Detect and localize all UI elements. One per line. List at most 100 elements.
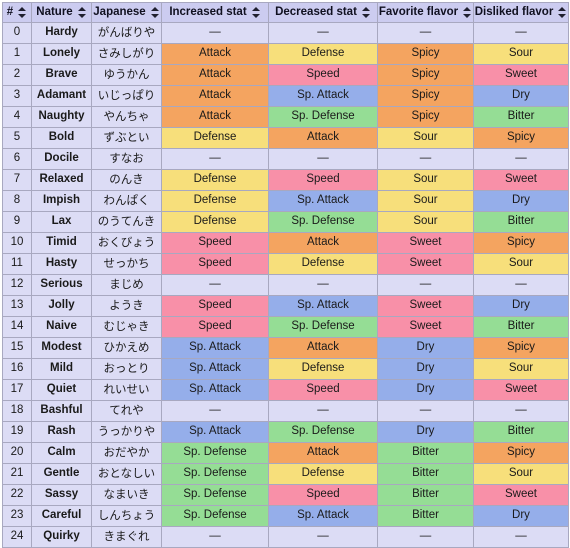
cell-increased-stat: Sp. Defense [161,484,269,506]
sort-updown-icon[interactable] [251,7,261,18]
cell-favorite-flavor: — [377,148,474,170]
cell-disliked-flavor: Bitter [473,211,569,233]
cell-japanese-name: おとなしい [91,463,162,485]
cell-favorite-flavor: — [377,22,474,44]
cell-nature-name: Calm [31,442,92,464]
cell-favorite-flavor: — [377,274,474,296]
cell-japanese-name: きまぐれ [91,526,162,548]
table-row: 10 Timid おくびょう Speed Attack Sweet Spicy [2,232,569,254]
column-header-nat[interactable]: Nature [31,2,92,23]
sort-updown-icon[interactable] [77,7,87,18]
column-header-label: Disliked flavor [474,5,554,18]
cell-nature-name: Quiet [31,379,92,401]
cell-disliked-flavor: Sweet [473,169,569,191]
cell-index: 15 [2,337,32,359]
cell-japanese-name: なまいき [91,484,162,506]
cell-increased-stat: Speed [161,316,269,338]
cell-favorite-flavor: Sweet [377,295,474,317]
cell-decreased-stat: Sp. Defense [268,106,378,128]
table-row: 9 Lax のうてんき Defense Sp. Defense Sour Bitter [2,211,569,233]
cell-disliked-flavor: Dry [473,85,569,107]
cell-decreased-stat: Attack [268,232,378,254]
cell-index: 4 [2,106,32,128]
cell-nature-name: Modest [31,337,92,359]
table-row: 16 Mild おっとり Sp. Attack Defense Dry Sour [2,358,569,380]
cell-favorite-flavor: Sweet [377,232,474,254]
cell-favorite-flavor: Spicy [377,64,474,86]
column-header-dis[interactable]: Disliked flavor [473,2,569,23]
cell-favorite-flavor: Bitter [377,505,474,527]
cell-index: 17 [2,379,32,401]
cell-increased-stat: Defense [161,190,269,212]
cell-decreased-stat: Attack [268,127,378,149]
cell-decreased-stat: Attack [268,442,378,464]
cell-favorite-flavor: Dry [377,379,474,401]
cell-disliked-flavor: Sour [473,463,569,485]
table-row: 11 Hasty せっかち Speed Defense Sweet Sour [2,253,569,275]
column-header-dec[interactable]: Decreased stat [268,2,378,23]
column-header-inner: Favorite flavor [379,6,472,19]
sort-updown-icon[interactable] [18,7,27,18]
sort-updown-icon[interactable] [463,7,472,18]
cell-disliked-flavor: Bitter [473,106,569,128]
table-row: 2 Brave ゆうかん Attack Speed Spicy Sweet [2,64,569,86]
cell-disliked-flavor: Bitter [473,316,569,338]
cell-increased-stat: Attack [161,43,269,65]
sort-updown-icon[interactable] [361,7,371,18]
cell-decreased-stat: Sp. Defense [268,316,378,338]
cell-increased-stat: Sp. Attack [161,421,269,443]
cell-index: 19 [2,421,32,443]
cell-index: 13 [2,295,32,317]
sort-updown-icon[interactable] [150,7,160,18]
cell-increased-stat: Sp. Attack [161,379,269,401]
cell-increased-stat: Speed [161,253,269,275]
table-row: 21 Gentle おとなしい Sp. Defense Defense Bitter Sou… [2,463,569,485]
cell-index: 7 [2,169,32,191]
column-header-inner: Disliked flavor [474,5,567,19]
cell-decreased-stat: Sp. Defense [268,421,378,443]
cell-decreased-stat: Defense [268,358,378,380]
cell-favorite-flavor: Spicy [377,106,474,128]
column-header-num[interactable]: # [2,2,32,23]
cell-increased-stat: — [161,148,269,170]
cell-index: 22 [2,484,32,506]
cell-decreased-stat: — [268,526,378,548]
cell-nature-name: Sassy [31,484,92,506]
column-header-inc[interactable]: Increased stat [161,2,269,23]
cell-nature-name: Impish [31,190,92,212]
cell-increased-stat: Sp. Defense [161,442,269,464]
cell-nature-name: Serious [31,274,92,296]
cell-nature-name: Timid [31,232,92,254]
cell-increased-stat: Attack [161,85,269,107]
cell-japanese-name: ゆうかん [91,64,162,86]
cell-increased-stat: — [161,274,269,296]
table-row: 24 Quirky きまぐれ — — — — [2,526,569,548]
column-header-jp[interactable]: Japanese [91,2,162,23]
cell-index: 10 [2,232,32,254]
cell-decreased-stat: Defense [268,463,378,485]
sort-updown-icon[interactable] [558,7,567,18]
cell-japanese-name: てれや [91,400,162,422]
cell-japanese-name: ずぶとい [91,127,162,149]
cell-favorite-flavor: Sour [377,169,474,191]
cell-increased-stat: Defense [161,211,269,233]
cell-japanese-name: おっとり [91,358,162,380]
column-header-inner: # [7,6,27,19]
cell-increased-stat: Speed [161,232,269,254]
cell-nature-name: Hardy [31,22,92,44]
table-row: 3 Adamant いじっぱり Attack Sp. Attack Spicy Dry [2,85,569,107]
cell-increased-stat: Attack [161,106,269,128]
cell-increased-stat: — [161,526,269,548]
cell-increased-stat: Defense [161,127,269,149]
cell-favorite-flavor: Spicy [377,43,474,65]
cell-increased-stat: — [161,400,269,422]
cell-decreased-stat: — [268,22,378,44]
cell-decreased-stat: — [268,148,378,170]
column-header-inner: Decreased stat [273,6,373,19]
cell-index: 3 [2,85,32,107]
cell-disliked-flavor: — [473,148,569,170]
cell-favorite-flavor: Sour [377,127,474,149]
table-header: # Nature Japanese Increased stat Decreased s… [2,2,569,23]
column-header-fav[interactable]: Favorite flavor [377,2,474,23]
cell-japanese-name: ようき [91,295,162,317]
